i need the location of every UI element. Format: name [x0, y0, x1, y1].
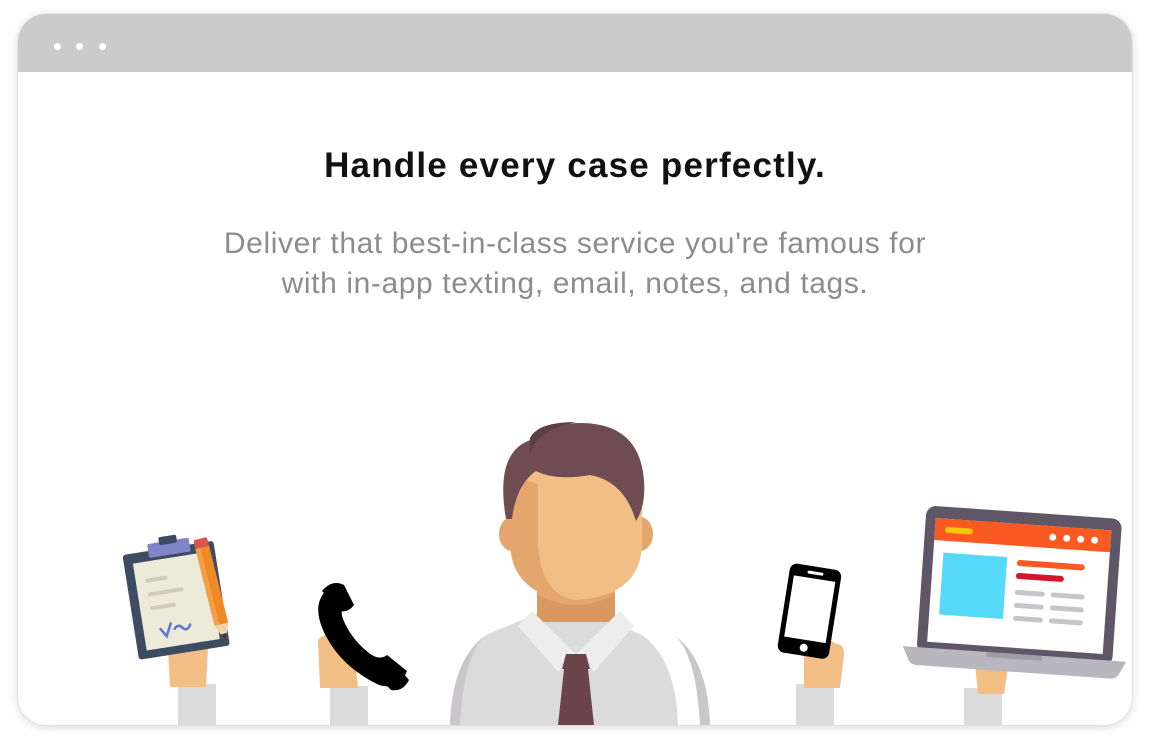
support-agent-illustration: [122, 422, 1127, 725]
person-avatar: [450, 422, 710, 725]
browser-window: Handle every case perfectly. Deliver tha…: [18, 14, 1132, 725]
laptop-icon: [902, 506, 1127, 679]
